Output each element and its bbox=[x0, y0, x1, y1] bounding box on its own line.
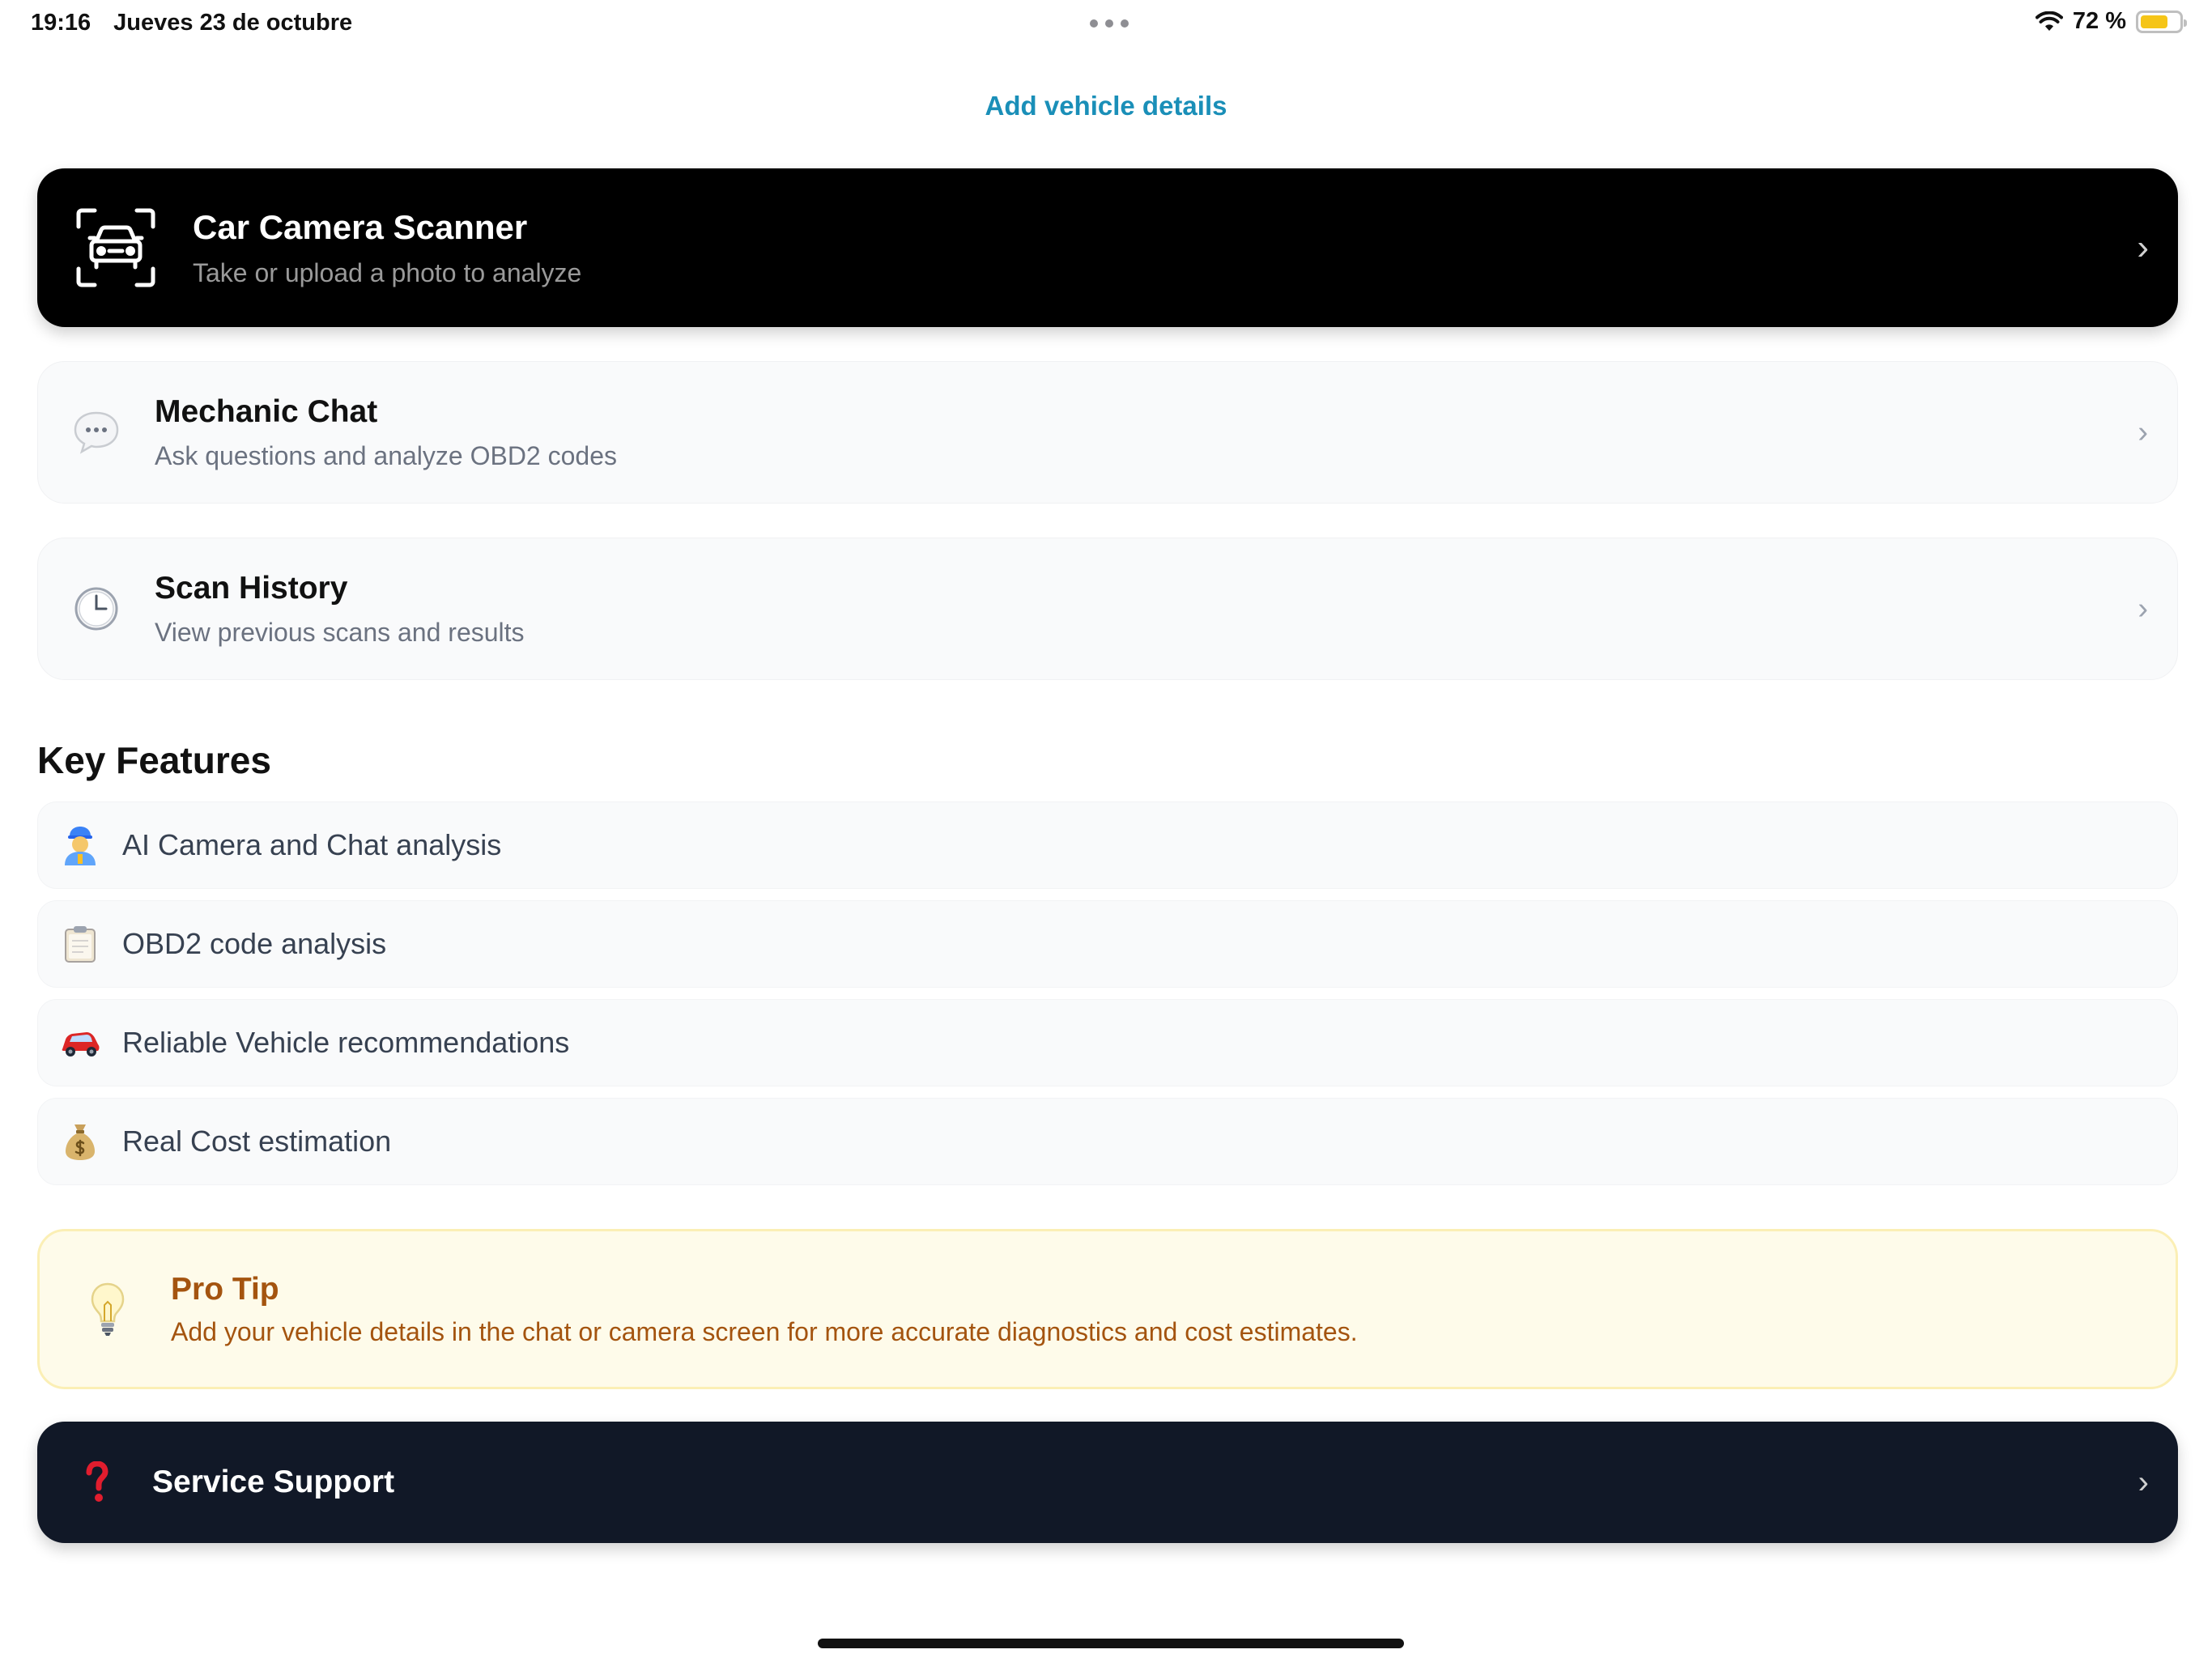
status-right: 72 % bbox=[2035, 8, 2187, 35]
feature-label: Real Cost estimation bbox=[122, 1124, 392, 1158]
feature-item-vehicle-recommendations: Reliable Vehicle recommendations bbox=[37, 999, 2178, 1086]
service-support-button[interactable]: Service Support › bbox=[37, 1422, 2178, 1543]
scanner-subtitle: Take or upload a photo to analyze bbox=[193, 257, 582, 287]
pro-tip-text: Add your vehicle details in the chat or … bbox=[171, 1316, 1358, 1346]
scan-history-texts: Scan History View previous scans and res… bbox=[155, 571, 525, 648]
car-camera-scanner-card[interactable]: Car Camera Scanner Take or upload a phot… bbox=[37, 168, 2178, 327]
mechanic-chat-subtitle: Ask questions and analyze OBD2 codes bbox=[155, 440, 617, 470]
multitasking-dots-icon[interactable] bbox=[1090, 19, 1129, 28]
pro-tip-card: Pro Tip Add your vehicle details in the … bbox=[37, 1229, 2178, 1389]
pro-tip-title: Pro Tip bbox=[171, 1271, 279, 1307]
wifi-icon bbox=[2035, 11, 2063, 32]
status-date: Jueves 23 de octubre bbox=[113, 10, 353, 36]
status-bar: 19:16 Jueves 23 de octubre 72 % bbox=[0, 0, 2212, 49]
mechanic-chat-card[interactable]: Mechanic Chat Ask questions and analyze … bbox=[37, 361, 2178, 504]
status-left: 19:16 Jueves 23 de octubre bbox=[31, 10, 352, 36]
mechanic-chat-texts: Mechanic Chat Ask questions and analyze … bbox=[155, 394, 617, 471]
chevron-right-icon: › bbox=[2138, 1465, 2149, 1500]
feature-label: OBD2 code analysis bbox=[122, 927, 387, 960]
battery-icon bbox=[2136, 10, 2187, 33]
question-mark-icon bbox=[76, 1461, 117, 1503]
pro-tip-texts: Pro Tip Add your vehicle details in the … bbox=[171, 1272, 1358, 1347]
scan-history-subtitle: View previous scans and results bbox=[155, 617, 525, 647]
car-scan-icon bbox=[71, 203, 160, 292]
red-car-emoji-icon bbox=[59, 1022, 101, 1064]
feature-item-ai-camera: AI Camera and Chat analysis bbox=[37, 801, 2178, 889]
add-vehicle-details-link[interactable]: Add vehicle details bbox=[0, 91, 2212, 121]
mechanic-chat-title: Mechanic Chat bbox=[155, 393, 378, 429]
service-support-label: Service Support bbox=[152, 1465, 395, 1499]
chevron-right-icon: › bbox=[2138, 592, 2148, 626]
clipboard-emoji-icon bbox=[59, 923, 101, 965]
lightbulb-icon bbox=[83, 1277, 132, 1341]
feature-item-cost-estimation: Real Cost estimation bbox=[37, 1098, 2178, 1185]
home-indicator[interactable] bbox=[818, 1639, 1404, 1648]
chat-bubble-icon bbox=[70, 406, 122, 458]
feature-item-obd2: OBD2 code analysis bbox=[37, 900, 2178, 988]
scanner-title: Car Camera Scanner bbox=[193, 207, 528, 246]
scanner-texts: Car Camera Scanner Take or upload a phot… bbox=[193, 208, 581, 288]
clock-icon bbox=[70, 583, 122, 635]
feature-label: Reliable Vehicle recommendations bbox=[122, 1026, 570, 1059]
battery-percent: 72 % bbox=[2072, 8, 2126, 34]
scan-history-title: Scan History bbox=[155, 570, 348, 606]
chevron-right-icon: › bbox=[2138, 415, 2148, 449]
key-features-title: Key Features bbox=[37, 739, 271, 781]
mechanic-emoji-icon bbox=[59, 824, 101, 866]
scan-history-card[interactable]: Scan History View previous scans and res… bbox=[37, 538, 2178, 680]
status-time: 19:16 bbox=[31, 10, 91, 36]
feature-label: AI Camera and Chat analysis bbox=[122, 828, 502, 861]
chevron-right-icon: › bbox=[2137, 227, 2149, 267]
money-bag-emoji-icon bbox=[59, 1120, 101, 1163]
